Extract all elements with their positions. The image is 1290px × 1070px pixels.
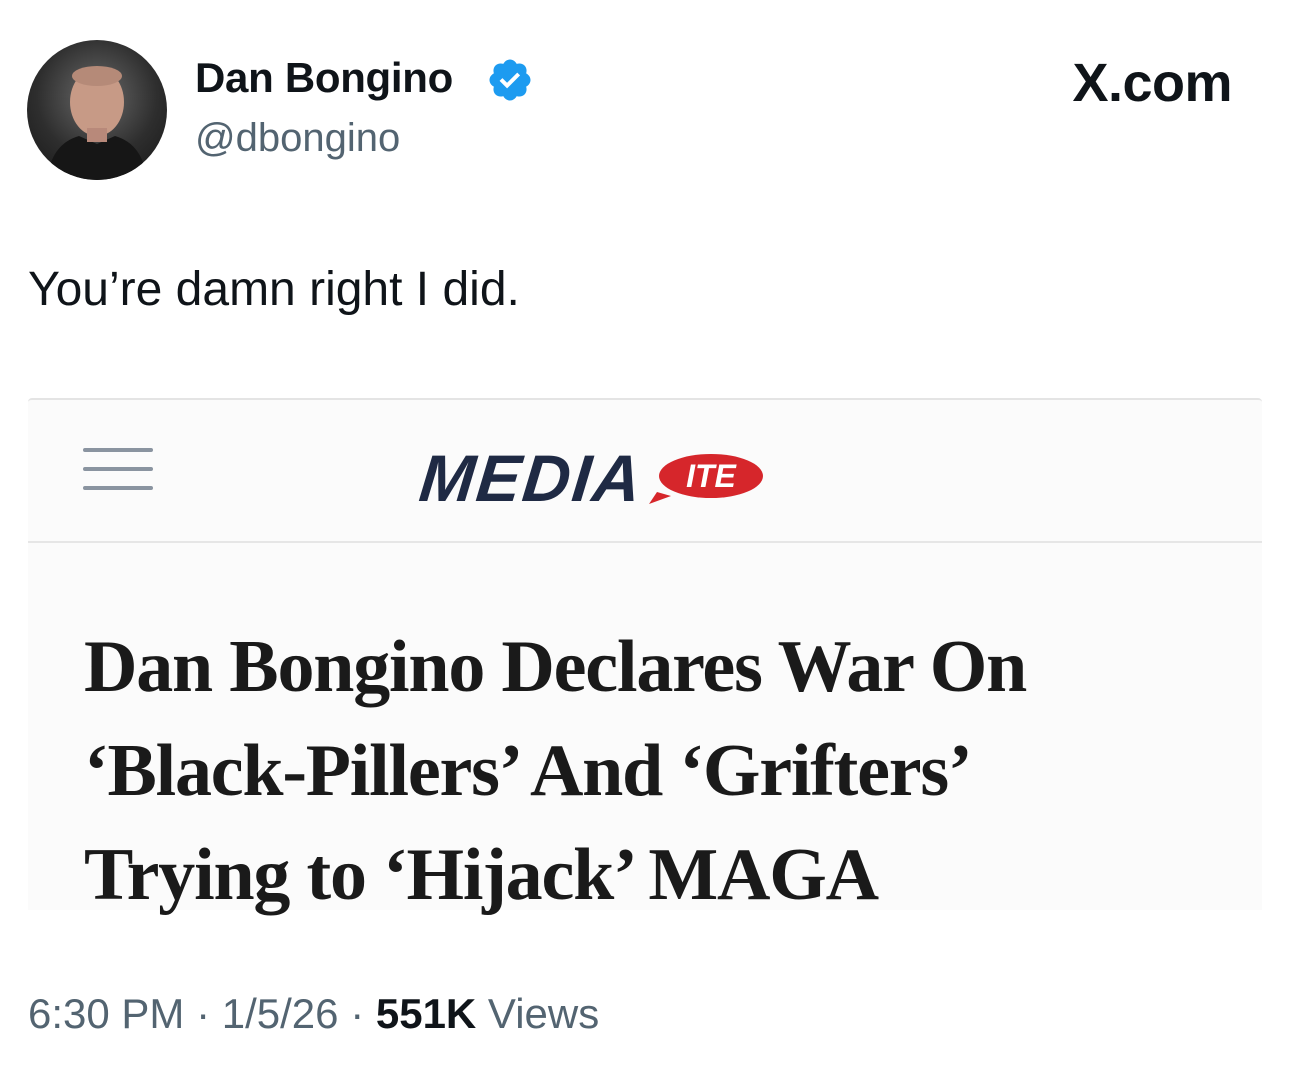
tweet-date[interactable]: 1/5/26 bbox=[222, 990, 339, 1037]
link-card[interactable]: MEDIA ITE Dan Bongino Declares War On ‘B… bbox=[28, 398, 1262, 916]
author-display-name[interactable]: Dan Bongino bbox=[195, 54, 453, 102]
headline-line: Dan Bongino Declares War On bbox=[84, 626, 1027, 708]
tweet-meta: 6:30 PM · 1/5/26 · 551K Views bbox=[28, 990, 599, 1038]
meta-separator: · bbox=[184, 990, 222, 1037]
logo-badge-text: ITE bbox=[686, 458, 737, 494]
hamburger-menu-icon[interactable] bbox=[83, 444, 153, 496]
logo-badge: ITE bbox=[649, 452, 765, 504]
author-handle[interactable]: @dbongino bbox=[195, 116, 400, 161]
views-label: Views bbox=[476, 990, 600, 1037]
card-site-header: MEDIA ITE bbox=[28, 400, 1262, 543]
headline-line: Trying to ‘Hijack’ MAGA bbox=[84, 834, 879, 916]
meta-separator: · bbox=[338, 990, 376, 1037]
mediaite-logo: MEDIA ITE bbox=[416, 440, 765, 515]
views-count: 551K bbox=[375, 990, 477, 1037]
x-logo: X.com bbox=[1072, 53, 1232, 113]
avatar[interactable] bbox=[27, 40, 167, 180]
tweet-text: You’re damn right I did. bbox=[28, 263, 520, 316]
verified-badge-icon bbox=[489, 59, 531, 101]
tweet-time[interactable]: 6:30 PM bbox=[28, 990, 184, 1037]
card-headline[interactable]: Dan Bongino Declares War On ‘Black-Pille… bbox=[84, 615, 1234, 927]
headline-line: ‘Black-Pillers’ And ‘Grifters’ bbox=[84, 730, 973, 812]
logo-wordmark: MEDIA bbox=[416, 441, 647, 515]
